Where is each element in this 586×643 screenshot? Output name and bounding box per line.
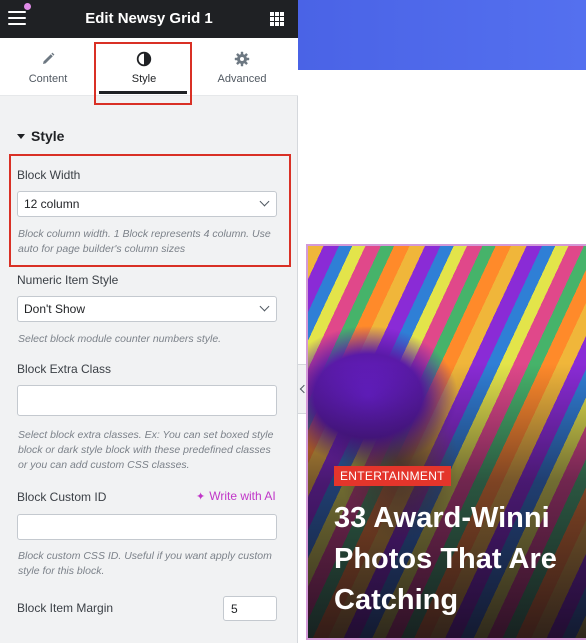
- write-with-ai-button[interactable]: ✦ Write with AI: [196, 489, 276, 503]
- section-toggle-style[interactable]: Style: [17, 128, 64, 144]
- hero-banner: [298, 0, 586, 70]
- block-item-margin-label: Block Item Margin: [17, 601, 114, 615]
- section-title: Style: [31, 128, 65, 144]
- block-extra-class-input[interactable]: [17, 385, 277, 416]
- numeric-item-style-value: Don't Show: [24, 302, 85, 316]
- notification-dot: [24, 3, 31, 10]
- block-width-highlight-box: [9, 154, 291, 267]
- block-custom-id-input[interactable]: [17, 514, 277, 540]
- chevron-down-icon: [259, 301, 270, 312]
- pencil-icon: [43, 52, 55, 64]
- numeric-item-style-label: Numeric Item Style: [17, 273, 119, 287]
- block-custom-id-help: Block custom CSS ID. Useful if you want …: [18, 550, 272, 577]
- block-extra-class-help: Select block extra classes. Ex: You can …: [18, 429, 274, 471]
- block-custom-id-label: Block Custom ID: [17, 490, 107, 504]
- caret-down-icon: [17, 133, 25, 139]
- style-tab-highlight-box: [94, 42, 192, 105]
- gear-icon: [234, 51, 250, 67]
- editor-panel: Edit Newsy Grid 1 Content Style Advanced…: [0, 0, 298, 643]
- news-card[interactable]: ENTERTAINMENT 33 Award-Winni Photos That…: [306, 244, 586, 640]
- widgets-grid-icon[interactable]: [270, 12, 284, 26]
- write-with-ai-label: Write with AI: [209, 489, 276, 503]
- tab-content[interactable]: Content: [0, 38, 96, 96]
- ai-sparkle-icon: ✦: [196, 491, 206, 503]
- block-item-margin-input[interactable]: 5: [223, 596, 277, 621]
- tab-advanced-label: Advanced: [217, 73, 267, 85]
- panel-title: Edit Newsy Grid 1: [85, 10, 213, 27]
- tab-advanced[interactable]: Advanced: [194, 38, 290, 96]
- article-title[interactable]: 33 Award-Winni Photos That Are Catching: [334, 498, 586, 621]
- numeric-item-style-help: Select block module counter numbers styl…: [18, 333, 222, 345]
- tab-content-label: Content: [28, 73, 68, 85]
- panel-header: Edit Newsy Grid 1: [0, 0, 298, 38]
- block-extra-class-label: Block Extra Class: [17, 362, 112, 376]
- category-badge[interactable]: ENTERTAINMENT: [334, 466, 451, 486]
- numeric-item-style-select[interactable]: Don't Show: [17, 296, 277, 322]
